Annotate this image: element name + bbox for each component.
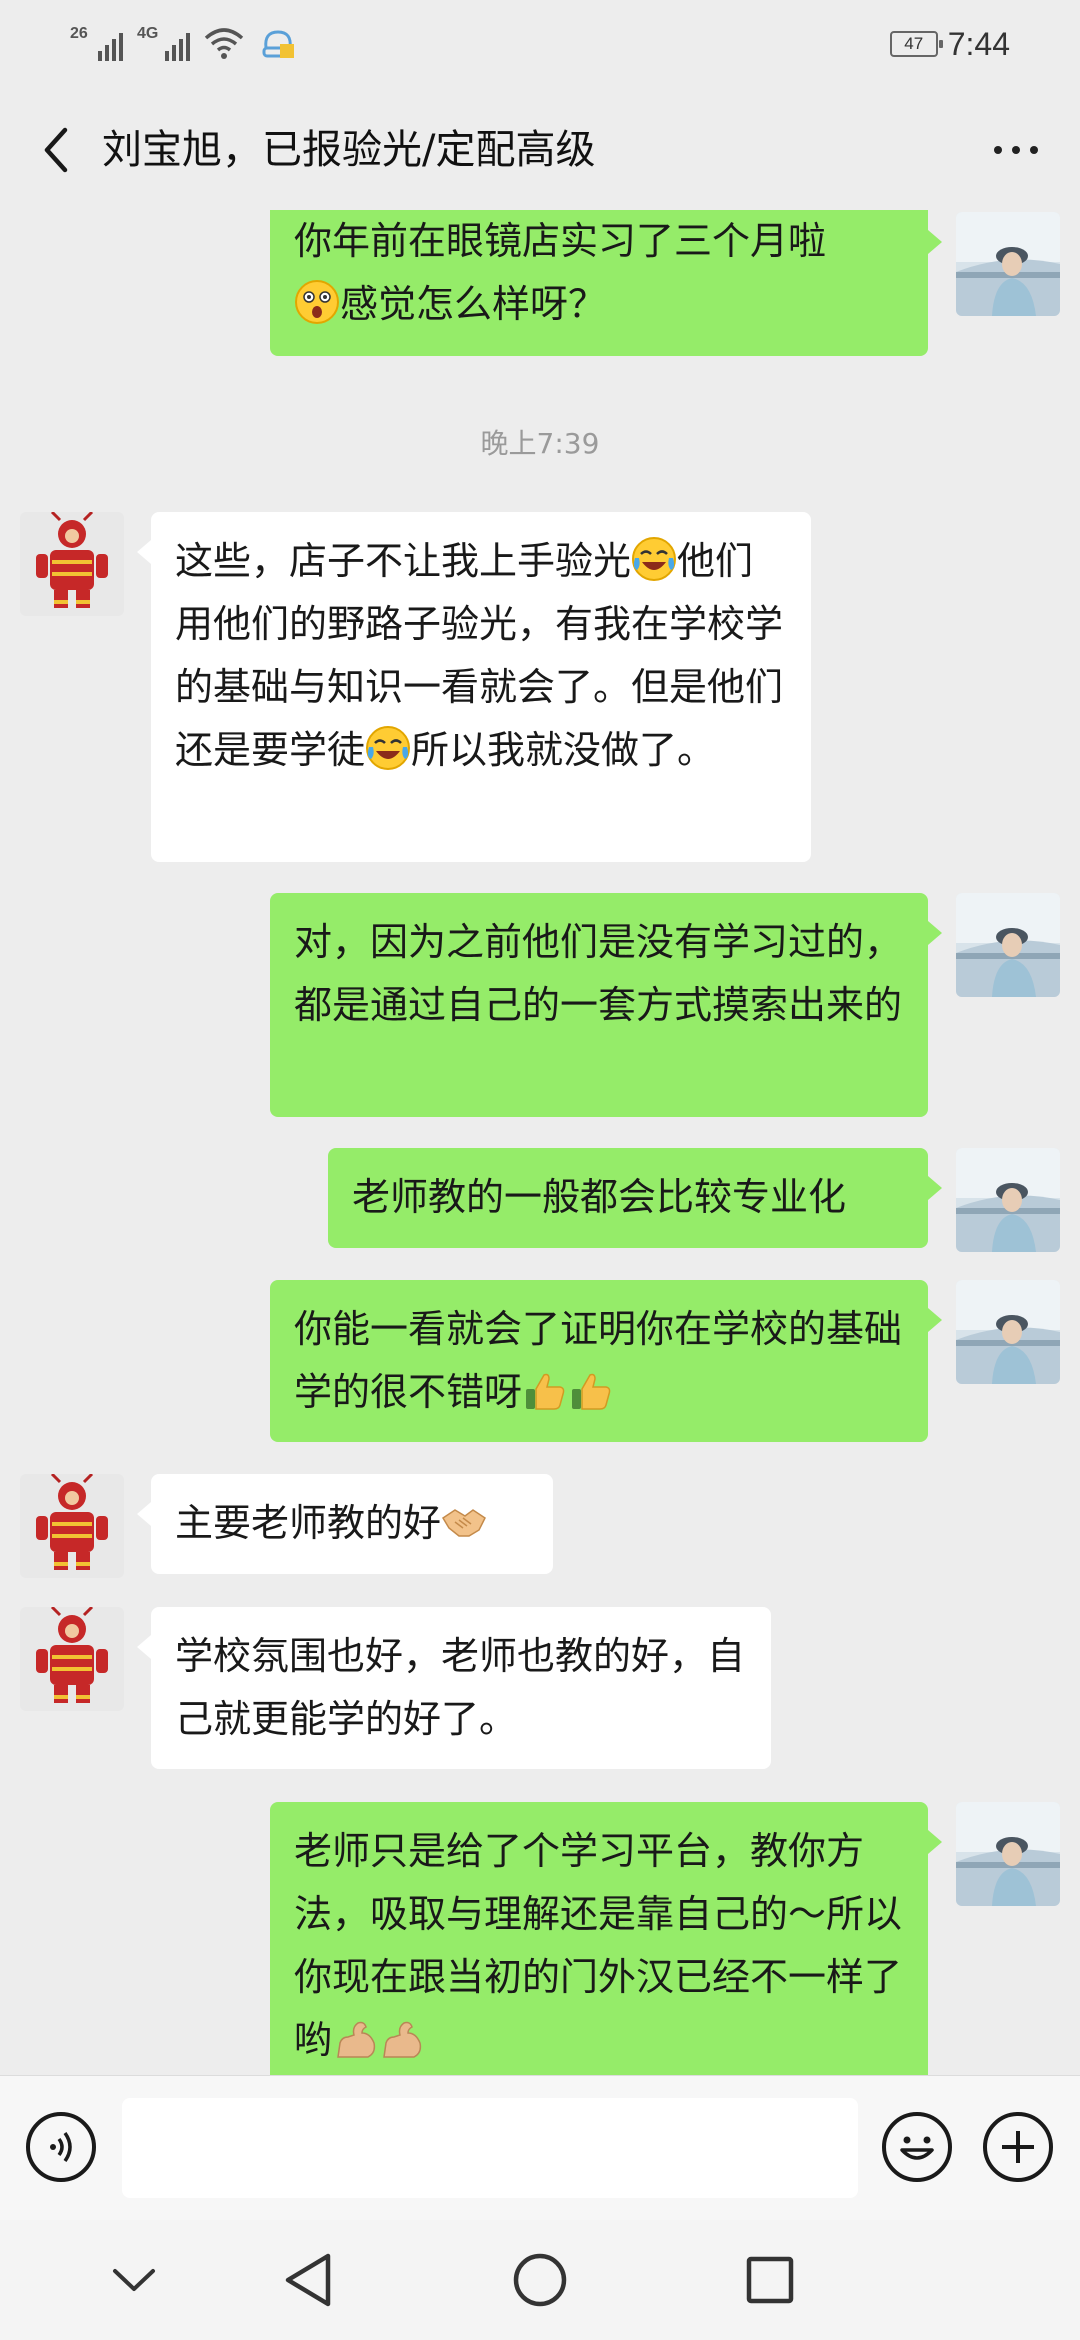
plus-icon <box>1002 2131 1034 2163</box>
system-nav-bar <box>0 2220 1080 2340</box>
recents-square-icon <box>746 2256 794 2304</box>
status-time: 7:44 <box>947 25 1010 62</box>
nav-back-button[interactable] <box>278 2250 338 2310</box>
contact-avatar[interactable] <box>20 1607 124 1711</box>
emoji-button[interactable] <box>882 2112 952 2182</box>
chevron-left-icon <box>44 127 68 173</box>
message-bubble[interactable]: 主要老师教的好 <box>137 1474 553 1574</box>
tears-of-joy-emoji <box>631 536 677 582</box>
wifi-icon <box>204 28 244 59</box>
notification-app-icon <box>262 30 294 58</box>
tears-of-joy-emoji <box>365 725 411 771</box>
status-indicators: 26 4G <box>70 22 298 66</box>
chevron-down-icon <box>113 2269 155 2291</box>
hide-keyboard-button[interactable] <box>104 2250 164 2310</box>
contact-avatar[interactable] <box>20 512 124 616</box>
home-circle-icon <box>513 2253 567 2307</box>
signal-2-label: 4G <box>137 25 159 42</box>
voice-icon <box>50 2131 72 2163</box>
cell-signal-1-icon: 26 <box>70 25 123 61</box>
message-text: 对，因为之前他们是没有学习过的，都是通过自己的一套方式摸索出来的 <box>294 920 903 1027</box>
my-avatar[interactable] <box>956 1148 1060 1252</box>
more-button[interactable] <box>978 120 1054 180</box>
signal-1-label: 26 <box>70 25 88 42</box>
cell-signal-2-icon: 4G <box>137 25 190 61</box>
flexed-biceps-emoji <box>378 2015 424 2061</box>
my-avatar[interactable] <box>956 1802 1060 1906</box>
message-bubble[interactable]: 你能一看就会了证明你在学校的基础学的很不错呀 <box>270 1280 942 1442</box>
message-input[interactable] <box>122 2098 858 2198</box>
my-avatar[interactable] <box>956 212 1060 316</box>
message-bubble[interactable]: 学校氛围也好，老师也教的好，自己就更能学的好了。 <box>137 1607 771 1769</box>
message-bubble[interactable]: 这些，店子不让我上手验光 他们用他们的野路子验光，有我在学校学的基础与知识一看就会… <box>137 512 811 862</box>
more-actions-button[interactable] <box>983 2112 1053 2182</box>
astonished-face-emoji <box>294 279 340 325</box>
message-text: 你年前在眼镜店实习了三个月啦 <box>294 219 827 263</box>
input-bar <box>0 2075 1080 2220</box>
message-text: 老师教的一般都会比较专业化 <box>352 1175 847 1219</box>
back-button[interactable] <box>26 120 86 180</box>
message-text: 这些，店子不让我上手验光 <box>175 539 632 583</box>
message-bubble[interactable]: 对，因为之前他们是没有学习过的，都是通过自己的一套方式摸索出来的 <box>270 893 942 1117</box>
handshake-emoji <box>441 1498 487 1544</box>
page-title: 刘宝旭，已报验光/定配高级 <box>102 127 596 173</box>
message-text: 所以我就没做了。 <box>411 728 716 772</box>
message-text: 学校氛围也好，老师也教的好，自己就更能学的好了。 <box>175 1634 746 1741</box>
my-avatar[interactable] <box>956 893 1060 997</box>
thumbs-up-emoji <box>568 1367 614 1413</box>
message-bubble[interactable]: 老师教的一般都会比较专业化 <box>328 1148 942 1248</box>
flexed-biceps-emoji <box>332 2015 378 2061</box>
message-text: 主要老师教的好 <box>175 1501 442 1545</box>
nav-recents-button[interactable] <box>740 2250 800 2310</box>
message-bubble[interactable]: 你年前在眼镜店实习了三个月啦感觉怎么样呀？ <box>270 210 942 356</box>
status-bar: 26 4G 47 7:44 <box>0 0 1080 90</box>
chat-messages[interactable]: 你年前在眼镜店实习了三个月啦感觉怎么样呀？ 晚上7:39 这些，店子不让我上手验… <box>0 210 1080 2075</box>
message-bubble[interactable]: 老师只是给了个学习平台，教你方法，吸取与理解还是靠自己的～所以你现在跟当初的门外… <box>270 1802 942 2075</box>
thumbs-up-emoji <box>522 1367 568 1413</box>
message-timestamp: 晚上7:39 <box>480 427 600 460</box>
back-triangle-icon <box>285 2253 331 2307</box>
battery-icon: 47 <box>889 31 943 57</box>
more-dots-icon <box>994 146 1038 154</box>
chat-header: 刘宝旭，已报验光/定配高级 <box>0 90 1080 210</box>
message-text: 感觉怎么样呀？ <box>340 282 607 326</box>
my-avatar[interactable] <box>956 1280 1060 1384</box>
voice-button[interactable] <box>26 2112 96 2182</box>
contact-avatar[interactable] <box>20 1474 124 1578</box>
smiley-icon <box>900 2136 934 2160</box>
status-right: 47 7:44 <box>889 22 1010 66</box>
nav-home-button[interactable] <box>510 2250 570 2310</box>
